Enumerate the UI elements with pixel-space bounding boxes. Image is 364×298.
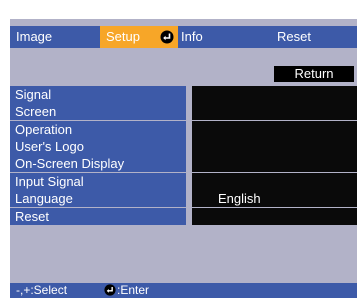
menu-item-users-logo[interactable]: User's Logo xyxy=(10,138,357,155)
tab-reset[interactable]: Reset xyxy=(277,26,347,48)
language-value: English xyxy=(192,190,357,207)
menu-item-value xyxy=(192,173,357,190)
menu-item-label: Reset xyxy=(10,208,186,225)
select-hint: -,+:Select xyxy=(16,283,68,297)
menu-item-signal[interactable]: Signal xyxy=(10,86,357,103)
return-button-label: Return xyxy=(294,66,334,81)
menu-item-label: User's Logo xyxy=(10,138,186,155)
tab-info[interactable]: Info xyxy=(181,26,261,48)
enter-icon xyxy=(160,30,174,44)
menu-item-value xyxy=(192,208,357,225)
tab-image-label: Image xyxy=(16,29,53,44)
menu-item-reset[interactable]: Reset xyxy=(10,208,357,225)
menu-item-value xyxy=(192,121,357,138)
menu-group-input: Input Signal Language English xyxy=(10,173,357,208)
menu-item-value xyxy=(192,138,357,155)
enter-icon xyxy=(104,284,116,296)
tab-setup[interactable]: Setup xyxy=(100,26,178,48)
menu-item-label: Signal xyxy=(10,86,186,103)
menu-item-value xyxy=(192,103,357,120)
menu-item-screen[interactable]: Screen xyxy=(10,103,357,120)
status-bar: -,+:Select :Enter xyxy=(10,283,357,298)
menu-item-label: Operation xyxy=(10,121,186,138)
menu-tab-bar: Image Setup Info Reset xyxy=(10,26,357,48)
setup-menu-list: Signal Screen Operation User's Logo On-S… xyxy=(10,86,357,226)
menu-group-reset: Reset xyxy=(10,208,357,226)
menu-item-operation[interactable]: Operation xyxy=(10,121,357,138)
menu-item-label: Language xyxy=(10,190,186,207)
menu-group-operation: Operation User's Logo On-Screen Display xyxy=(10,121,357,173)
menu-group-signal: Signal Screen xyxy=(10,86,357,121)
menu-item-value xyxy=(192,155,357,172)
tab-image[interactable]: Image xyxy=(16,26,100,48)
menu-item-language[interactable]: Language English xyxy=(10,190,357,207)
tab-reset-label: Reset xyxy=(277,29,311,44)
enter-hint: :Enter xyxy=(117,283,150,297)
menu-item-value xyxy=(192,86,357,103)
menu-item-input-signal[interactable]: Input Signal xyxy=(10,173,357,190)
tab-info-label: Info xyxy=(181,29,203,44)
return-button[interactable]: Return xyxy=(274,66,354,82)
menu-item-label: Screen xyxy=(10,103,186,120)
menu-item-label: On-Screen Display xyxy=(10,155,186,172)
tab-setup-label: Setup xyxy=(106,29,140,44)
projector-menu-screen: Image Setup Info Reset Return Signal Scr… xyxy=(10,19,357,298)
menu-item-label: Input Signal xyxy=(10,173,186,190)
menu-item-on-screen-display[interactable]: On-Screen Display xyxy=(10,155,357,172)
